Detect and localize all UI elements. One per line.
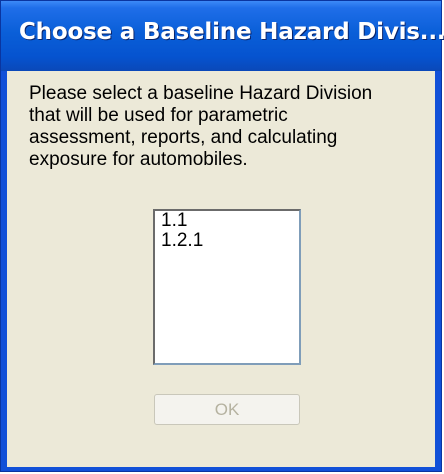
instruction-line: exposure for automobiles.: [29, 149, 248, 170]
hazard-division-listbox[interactable]: 1.1 1.2.1: [153, 209, 301, 365]
title-bar[interactable]: Choose a Baseline Hazard Divis...: [1, 1, 444, 71]
list-item-1-2-1[interactable]: 1.2.1: [155, 231, 299, 251]
instruction-text: Please select a baseline Hazard Division…: [29, 83, 429, 171]
instruction-line: assessment, reports, and calculating: [29, 127, 338, 148]
dialog-window: Choose a Baseline Hazard Divis... Please…: [0, 0, 444, 472]
ok-button[interactable]: OK: [154, 394, 300, 425]
instruction-line: Please select a baseline Hazard Division: [29, 83, 373, 104]
window-title: Choose a Baseline Hazard Divis...: [19, 19, 444, 45]
dialog-body: Please select a baseline Hazard Division…: [7, 71, 435, 467]
list-item-1-1[interactable]: 1.1: [155, 211, 299, 231]
instruction-line: that will be used for parametric: [29, 105, 288, 126]
